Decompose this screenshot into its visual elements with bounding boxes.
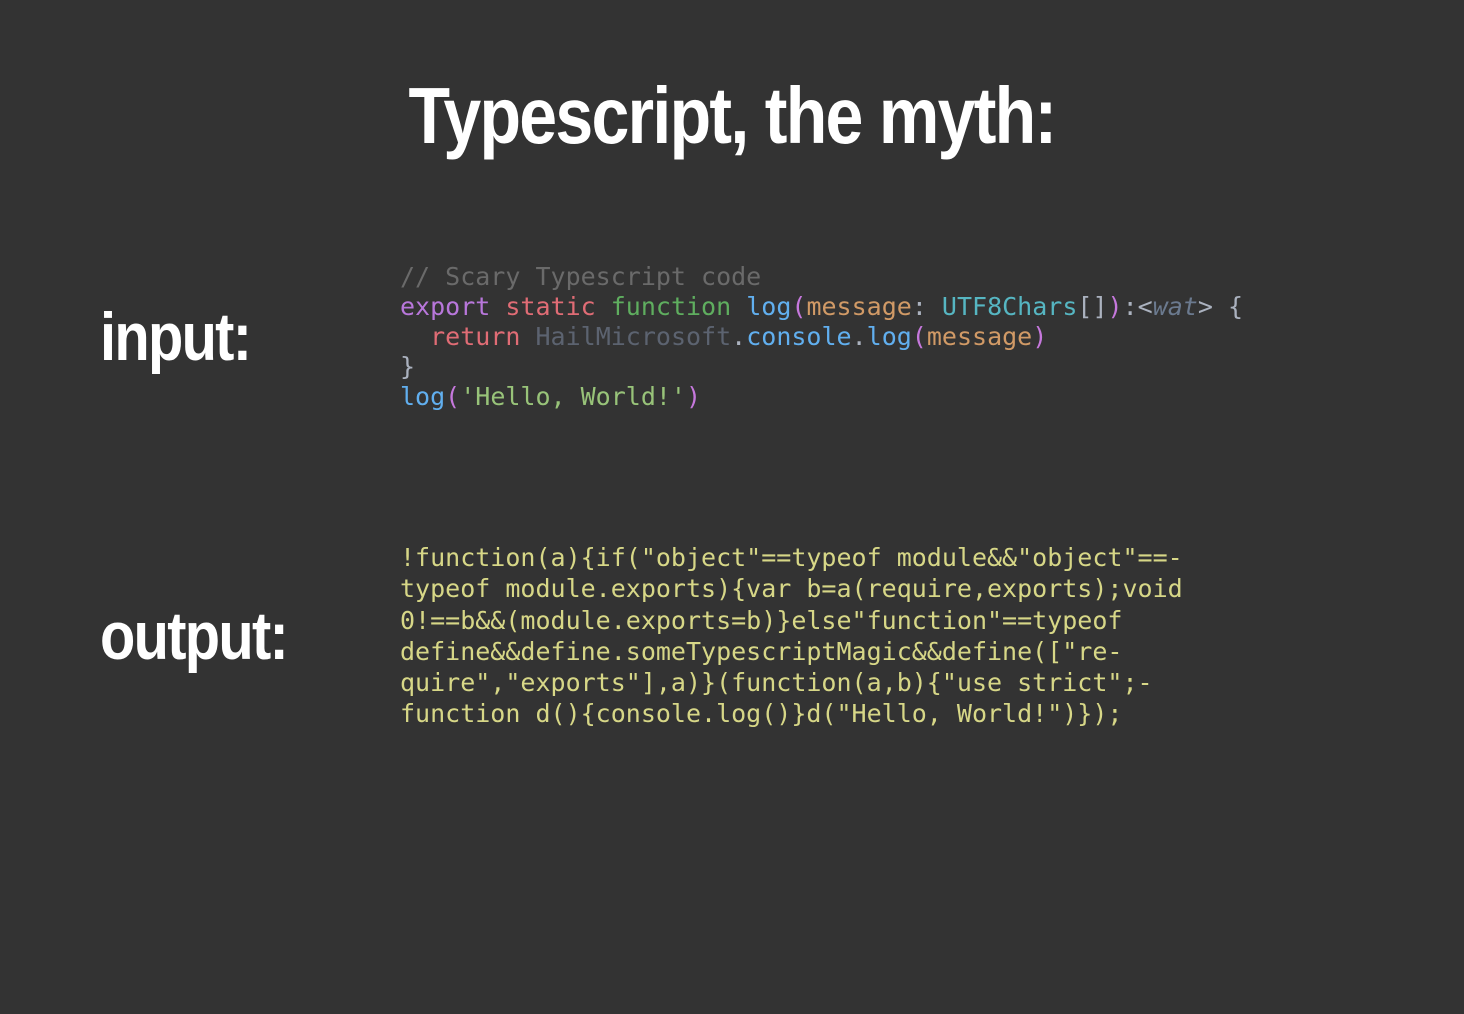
keyword-export: export [400, 292, 490, 321]
close-brace: } [400, 352, 415, 381]
keyword-function: function [611, 292, 731, 321]
console: console [746, 322, 851, 351]
gt: > [1198, 292, 1213, 321]
output-line: quire","exports"],a)}(function(a,b){"use… [400, 668, 1153, 697]
paren: ( [791, 292, 806, 321]
output-line: typeof module.exports){var b=a(require,e… [400, 574, 1183, 603]
type-name: UTF8Chars [942, 292, 1077, 321]
output-section: output: !function(a){if("object"==typeof… [100, 542, 1364, 730]
param-ref: message [927, 322, 1032, 351]
paren: ( [445, 382, 460, 411]
paren: ) [686, 382, 701, 411]
colon: : [1123, 292, 1138, 321]
page-title: Typescript, the myth: [195, 70, 1269, 162]
input-label: input: [100, 298, 355, 376]
brace: { [1213, 292, 1243, 321]
output-code: !function(a){if("object"==typeof module&… [400, 542, 1183, 730]
input-code: // Scary Typescript code export static f… [400, 262, 1243, 412]
hail-microsoft: HailMicrosoft [535, 322, 731, 351]
function-name: log [746, 292, 791, 321]
output-line: define&&define.someTypescriptMagic&&defi… [400, 637, 1122, 666]
keyword-static: static [505, 292, 595, 321]
paren: ) [1032, 322, 1047, 351]
param-name: message [806, 292, 911, 321]
keyword-return: return [430, 322, 520, 351]
output-line: 0!==b&&(module.exports=b)}else"function"… [400, 606, 1122, 635]
colon: : [912, 292, 942, 321]
dot: . [731, 322, 746, 351]
dot: . [852, 322, 867, 351]
log-call: log [867, 322, 912, 351]
output-line: !function(a){if("object"==typeof module&… [400, 543, 1183, 572]
output-label: output: [100, 597, 355, 675]
output-line: function d(){console.log()}d("Hello, Wor… [400, 699, 1122, 728]
input-section: input: // Scary Typescript code export s… [100, 262, 1364, 412]
paren: ) [1108, 292, 1123, 321]
code-comment: // Scary Typescript code [400, 262, 761, 291]
lt: < [1138, 292, 1153, 321]
type-wat: wat [1153, 292, 1198, 321]
brackets: [] [1077, 292, 1107, 321]
paren: ( [912, 322, 927, 351]
string-literal: 'Hello, World!' [460, 382, 686, 411]
indent [400, 322, 430, 351]
log-call: log [400, 382, 445, 411]
